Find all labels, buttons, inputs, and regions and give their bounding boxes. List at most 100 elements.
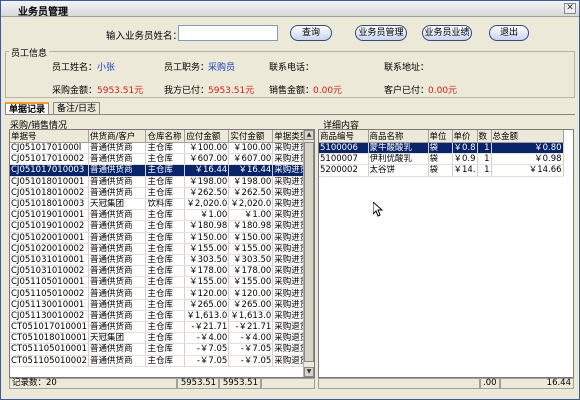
orders-cell: ￥2,020.0 — [228, 198, 274, 211]
orders-row[interactable]: CJ051130010001 普通供货商 主仓库 ￥265.00 ￥265.00 采购进货 — [10, 299, 314, 311]
detail-row[interactable]: 5100006 蒙牛酸酸乳袋 ￥0.8 1 ￥0.80 — [319, 142, 564, 155]
orders-cell: ￥1.00 — [184, 209, 230, 222]
orders-row[interactable]: CJ051020010001 普通供货商 主仓库 ￥150.00 ￥150.00 采购进货 — [10, 232, 314, 244]
orders-row[interactable]: CJ051020010002 普通供货商 主仓库 ￥155.00 ￥155.00 采购进货 — [10, 243, 314, 255]
orders-cell: 天冠集团 — [88, 332, 147, 345]
manage-button[interactable]: 业务员管理 — [355, 25, 407, 41]
orders-cell: -￥21.71 — [228, 321, 274, 334]
performance-button[interactable]: 业务员业绩 — [422, 25, 472, 41]
orders-cell: 普通供货商 — [88, 220, 147, 233]
orders-cell: 普通供货商 — [88, 187, 147, 199]
orders-row[interactable]: CJ051031010001 普通供货商 主仓库 ￥303.50 ￥303.50 采购进货 — [10, 254, 314, 267]
detail-cell: 伊利优酸乳 — [368, 153, 429, 166]
orders-cell: ￥1,613.0 — [184, 310, 230, 323]
detail-column-header[interactable]: 商品编号 — [319, 130, 369, 143]
orders-row[interactable]: CJ051017010002 普通供货商 主仓库 ￥607.00 ￥607.00 采购进货 — [10, 153, 314, 166]
scroll-down-icon[interactable]: ▼ — [304, 367, 314, 377]
employee-phone-label: 联系电话： — [269, 63, 315, 73]
orders-row[interactable]: CJ051130010002 普通供货商 主仓库 ￥1,613.0 ￥1,613.0 采购… — [10, 310, 314, 323]
purchase-amount-value: 5953.51元 — [97, 86, 144, 96]
orders-row[interactable]: CJ051105010002 普通供货商 主仓库 ￥120.00 ￥120.00 采购进货 — [10, 287, 314, 300]
orders-cell: 主仓库 — [145, 142, 186, 155]
footer-due-total: 5953.51 — [177, 378, 219, 389]
orders-cell: ￥180.98 — [184, 220, 230, 233]
orders-row[interactable]: CJ051031010002 普通供货商 主仓库 ￥178.00 ￥178.00 采购进货 — [10, 265, 314, 278]
orders-cell: 主仓库 — [145, 176, 186, 188]
orders-column-header[interactable]: 仓库名称 — [145, 130, 186, 143]
detail-cell: 1 — [477, 164, 492, 177]
detail-cell: 5200002 — [319, 164, 369, 177]
orders-column-header[interactable]: 单据号 — [10, 130, 90, 143]
search-input[interactable] — [178, 25, 278, 41]
salesperson-management-window: 业务员管理 ✕ 输入业务员姓名： 查询 业务员管理 业务员业绩 退出 员工信息 … — [0, 0, 580, 400]
close-icon[interactable]: ✕ — [564, 3, 576, 14]
orders-cell: ￥303.50 — [228, 254, 274, 267]
orders-column-header[interactable]: 供货商/客户 — [88, 130, 147, 143]
orders-cell: ￥198.00 — [184, 176, 230, 188]
orders-cell: 普通供货商 — [88, 153, 147, 166]
orders-cell: 主仓库 — [145, 332, 186, 345]
orders-column-header[interactable]: 应付金额 — [184, 130, 230, 143]
orders-cell: CT051105010002 — [10, 355, 90, 367]
detail-row[interactable]: 5100007 伊利优酸乳袋 ￥0.9 1 ￥0.98 — [319, 153, 564, 166]
orders-cell: CJ051130010001 — [10, 299, 90, 311]
exit-button[interactable]: 退出 — [489, 25, 529, 41]
orders-cell: ￥100.00 — [228, 142, 274, 155]
orders-cell: 主仓库 — [145, 209, 186, 222]
orders-cell: 普通供货商 — [88, 176, 147, 188]
orders-cell: ￥100.00 — [184, 142, 230, 155]
orders-cell: CJ051020010001 — [10, 232, 90, 244]
record-count: 记录数：20 — [9, 378, 177, 389]
orders-row[interactable]: CT051018010001 天冠集团 主仓库 -￥4.00 -￥4.00 采购退货 — [10, 332, 314, 345]
orders-cell: CT051105010001 — [10, 343, 90, 356]
title-bar: 业务员管理 ✕ — [1, 1, 579, 18]
orders-scrollbar[interactable]: ▲ ▼ — [303, 130, 314, 377]
detail-column-header[interactable]: 数 — [477, 130, 492, 143]
orders-cell: ￥16.44 — [184, 164, 230, 177]
orders-cell: CT051017010001 — [10, 321, 90, 334]
detail-cell: 太谷饼 — [368, 164, 429, 177]
orders-cell: 普通供货商 — [88, 164, 147, 177]
detail-row[interactable]: 5200002 太谷饼袋 ￥14. 1 ￥14.66 — [319, 164, 564, 177]
orders-column-header[interactable]: 实付金额 — [228, 130, 274, 143]
orders-cell: CJ051031010001 — [10, 254, 90, 267]
employee-address-label: 联系地址： — [384, 63, 430, 73]
orders-cell: ￥265.00 — [184, 299, 230, 311]
detail-cell: 5100006 — [319, 142, 369, 155]
detail-footer-blank — [318, 378, 480, 389]
orders-cell: 普通供货商 — [88, 276, 147, 289]
orders-cell: 主仓库 — [145, 343, 186, 356]
orders-cell: ￥155.00 — [228, 276, 274, 289]
orders-cell: ￥178.00 — [228, 265, 274, 278]
orders-row[interactable]: CJ051105010001 普通供货商 主仓库 ￥155.00 ￥155.00 采购进货 — [10, 276, 314, 289]
orders-row[interactable]: CJ051019010001 普通供货商 主仓库 ￥1.00 ￥1.00 采购进货 — [10, 209, 314, 222]
detail-column-header[interactable]: 单价 — [452, 130, 478, 143]
detail-column-header[interactable]: 总金额 — [491, 130, 564, 143]
detail-column-header[interactable]: 单位 — [428, 130, 453, 143]
orders-row[interactable]: CJ051017010003 普通供货商 主仓库 ￥16.44 ￥16.44 采购进货 — [10, 164, 314, 177]
scroll-up-icon[interactable]: ▲ — [304, 130, 314, 140]
orders-row[interactable]: CT051105010002 普通供货商 主仓库 -￥7.05 -￥7.05 采购退货 — [10, 355, 314, 367]
orders-cell: CJ051105010002 — [10, 287, 90, 300]
employee-position-label: 员工职务： — [164, 63, 210, 73]
orders-cell: ￥262.50 — [184, 187, 230, 199]
orders-row[interactable]: CJ051019010002 普通供货商 主仓库 ￥180.98 ￥180.98 采购进货 — [10, 220, 314, 233]
detail-footer-left: .00 — [480, 378, 500, 389]
orders-row[interactable]: CJ05101701000l 普通供货商 主仓库 ￥100.00 ￥100.00 采购进货 — [10, 142, 314, 155]
orders-row[interactable]: CT051017010001 普通供货商 主仓库 -￥21.71 -￥21.71 采购退货 — [10, 321, 314, 334]
detail-cell: ￥0.80 — [491, 142, 564, 155]
orders-row[interactable]: CT051105010001 普通供货商 主仓库 -￥7.05 -￥7.05 采购退货 — [10, 343, 314, 356]
orders-cell: 普通供货商 — [88, 321, 147, 334]
query-button[interactable]: 查询 — [290, 25, 332, 41]
detail-cell: ￥14. — [452, 164, 478, 177]
orders-cell: -￥7.05 — [228, 355, 274, 367]
detail-cell: ￥14.66 — [491, 164, 564, 177]
scroll-thumb[interactable] — [304, 142, 314, 362]
orders-cell: 普通供货商 — [88, 243, 147, 255]
orders-row[interactable]: CJ051018010002 普通供货商 主仓库 ￥262.50 ￥262.50 采购进货 — [10, 187, 314, 199]
orders-row[interactable]: CJ051018010003 天冠集团 饮料库 ￥2,020.0 ￥2,020.0 采购进… — [10, 198, 314, 211]
orders-row[interactable]: CJ051018010001 普通供货商 主仓库 ￥198.00 ￥198.00 采购进货 — [10, 176, 314, 188]
orders-cell: ￥178.00 — [184, 265, 230, 278]
detail-column-header[interactable]: 商品名称 — [368, 130, 429, 143]
orders-cell: CJ051031010002 — [10, 265, 90, 278]
